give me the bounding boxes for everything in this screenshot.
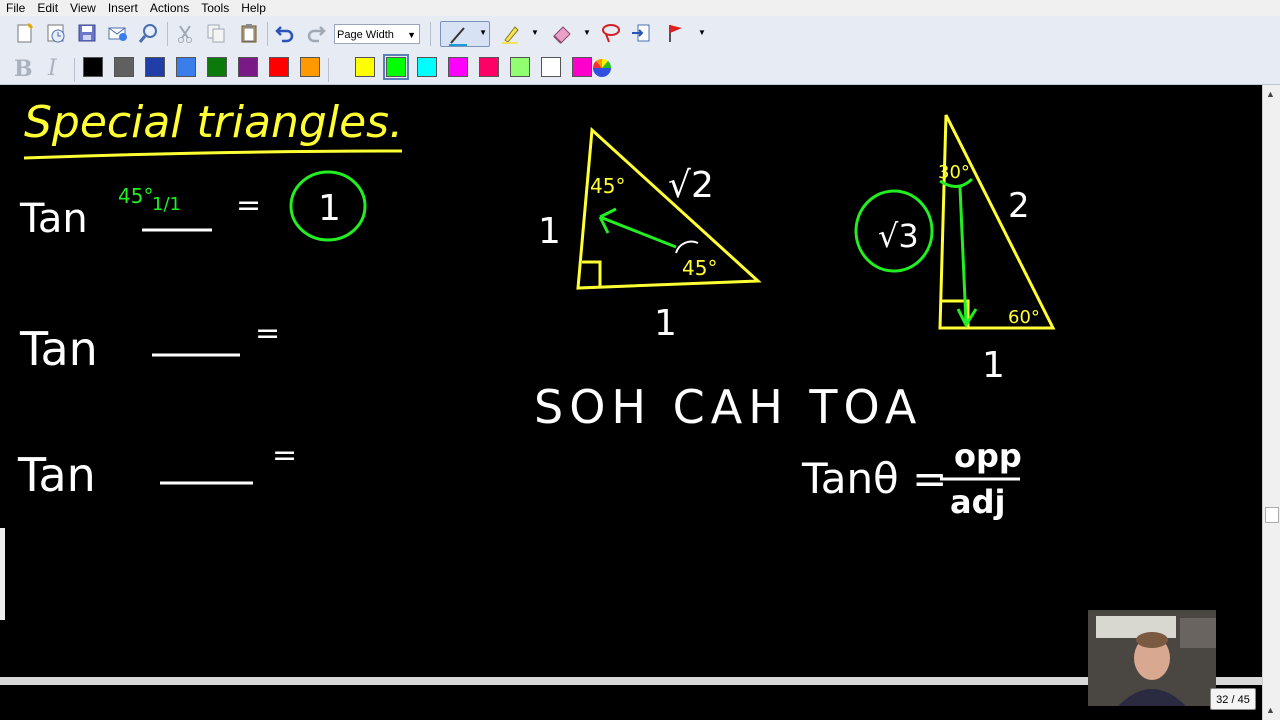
tri1-leg-bottom: 1 xyxy=(654,303,677,344)
color-swatch[interactable] xyxy=(479,57,499,77)
undo-icon[interactable] xyxy=(272,20,298,46)
color-swatch[interactable] xyxy=(541,57,561,77)
menu-file[interactable]: File xyxy=(0,0,31,16)
format-toolbar: B I xyxy=(0,52,1280,85)
zoom-select[interactable]: Page Width ▼ xyxy=(334,24,420,44)
menu-actions[interactable]: Actions xyxy=(144,0,195,16)
title-text: Special triangles. xyxy=(24,97,403,148)
row1-tan: Tan xyxy=(19,196,88,242)
tri1-angle-right: 45° xyxy=(682,256,717,280)
row1-angle: 45° xyxy=(118,184,153,208)
toolbar-separator xyxy=(430,22,431,46)
pen-tool-button[interactable]: ▼ xyxy=(440,21,490,47)
pen-icon xyxy=(449,27,467,46)
vertical-scrollbar[interactable]: ▲ ▲ xyxy=(1262,85,1280,720)
webcam-overlay xyxy=(1088,610,1216,706)
formula-left: Tanθ = xyxy=(801,454,947,503)
color-swatch[interactable] xyxy=(383,54,409,80)
new-page-icon[interactable] xyxy=(12,20,38,46)
menu-tools[interactable]: Tools xyxy=(195,0,235,16)
redo-icon[interactable] xyxy=(303,20,329,46)
title-underline xyxy=(23,149,403,160)
color-swatch[interactable] xyxy=(145,57,165,77)
flag-icon[interactable] xyxy=(663,20,689,46)
formula-numerator: opp xyxy=(954,437,1022,475)
row3-tan: Tan xyxy=(17,448,96,502)
color-swatch[interactable] xyxy=(448,57,468,77)
chevron-down-icon[interactable]: ▼ xyxy=(583,28,591,37)
lasso-icon[interactable] xyxy=(598,20,624,46)
color-swatch[interactable] xyxy=(300,57,320,77)
chevron-down-icon: ▼ xyxy=(479,28,487,37)
cut-icon[interactable] xyxy=(172,20,198,46)
save-icon[interactable] xyxy=(74,20,100,46)
color-swatch[interactable] xyxy=(355,57,375,77)
menu-edit[interactable]: Edit xyxy=(31,0,64,16)
row2-equals: = xyxy=(255,316,280,351)
scroll-thumb[interactable] xyxy=(1265,507,1279,523)
chevron-down-icon[interactable]: ▼ xyxy=(698,28,706,37)
page-indicator: 32 / 45 xyxy=(1210,688,1256,710)
zoom-select-value: Page Width xyxy=(337,29,394,41)
row2-tan: Tan xyxy=(19,322,98,376)
menu-insert[interactable]: Insert xyxy=(102,0,144,16)
row1-answer: 1 xyxy=(318,188,341,229)
tri2-bottom: 1 xyxy=(982,345,1005,386)
tri2-hypotenuse: 2 xyxy=(1008,186,1030,226)
right-angle-mark xyxy=(582,260,602,288)
whiteboard-canvas[interactable]: Special triangles. Tan 45° 1/1 = 1 Tan =… xyxy=(0,85,1262,677)
soh-cah-toa: SOH CAH TOA xyxy=(534,380,922,434)
chevron-down-icon: ▼ xyxy=(407,30,416,40)
clock-icon[interactable] xyxy=(43,20,69,46)
color-swatch[interactable] xyxy=(510,57,530,77)
color-swatch[interactable] xyxy=(417,57,437,77)
menu-help[interactable]: Help xyxy=(235,0,272,16)
color-swatch[interactable] xyxy=(207,57,227,77)
toolbar-separator xyxy=(74,58,75,82)
row1-ratio: 1/1 xyxy=(152,194,181,215)
triangle-30-60-90 xyxy=(938,114,1056,330)
triangle-45-45-90 xyxy=(576,126,762,290)
menu-view[interactable]: View xyxy=(64,0,102,16)
color-swatch[interactable] xyxy=(269,57,289,77)
toolbar-separator xyxy=(267,22,268,46)
color-swatch[interactable] xyxy=(83,57,103,77)
tri2-angle-top: 30° xyxy=(938,162,970,183)
color-swatch[interactable] xyxy=(114,57,134,77)
row3-equals: = xyxy=(272,438,297,473)
color-wheel-icon[interactable] xyxy=(589,55,615,81)
tri1-angle-top: 45° xyxy=(590,174,625,198)
highlighter-icon[interactable] xyxy=(498,20,524,46)
tri1-leg-left: 1 xyxy=(538,211,561,252)
copy-icon[interactable] xyxy=(203,20,229,46)
main-toolbar: Page Width ▼ ▼ ▼ ▼ ▼ xyxy=(0,16,1280,74)
toolbar-separator xyxy=(167,22,168,46)
insert-space-icon[interactable] xyxy=(628,20,654,46)
paste-icon[interactable] xyxy=(236,20,262,46)
formula-denominator: adj xyxy=(950,483,1005,521)
zoom-icon[interactable] xyxy=(136,20,162,46)
color-swatch[interactable] xyxy=(238,57,258,77)
status-area xyxy=(0,685,1262,720)
row1-equals: = xyxy=(236,188,261,223)
scroll-up-icon[interactable]: ▲ xyxy=(1266,89,1275,99)
scroll-down-icon[interactable]: ▲ xyxy=(1266,705,1275,715)
tri2-angle-bottom: 60° xyxy=(1008,307,1040,328)
tri1-hypotenuse: √2 xyxy=(668,165,714,206)
color-swatch[interactable] xyxy=(176,57,196,77)
eraser-icon[interactable] xyxy=(549,20,575,46)
angle-arc xyxy=(675,240,699,254)
horizontal-scrollbar[interactable] xyxy=(0,677,1262,685)
tri2-circled-label: √3 xyxy=(878,217,919,255)
chevron-down-icon[interactable]: ▼ xyxy=(531,28,539,37)
email-icon[interactable] xyxy=(105,20,131,46)
italic-button[interactable]: I xyxy=(48,56,57,81)
green-arrow xyxy=(598,207,677,249)
menu-bar: File Edit View Insert Actions Tools Help xyxy=(0,0,1280,16)
bold-button[interactable]: B xyxy=(14,56,33,82)
toolbar-separator xyxy=(328,58,329,82)
left-edge-handle[interactable] xyxy=(0,528,5,620)
